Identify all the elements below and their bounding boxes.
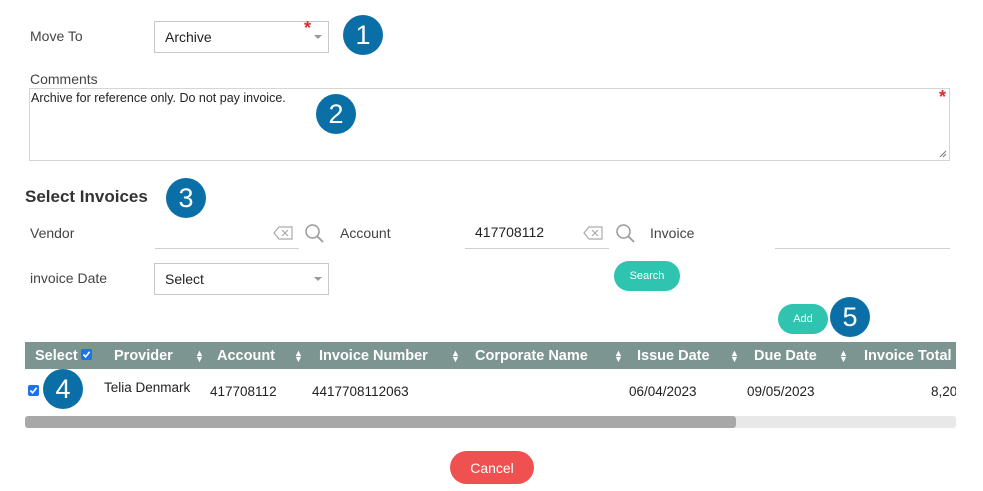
- vendor-label: Vendor: [30, 225, 75, 241]
- column-header-select[interactable]: Select: [35, 342, 78, 369]
- step-badge-2: 2: [316, 94, 356, 134]
- step-badge-4: 4: [43, 369, 83, 409]
- search-icon[interactable]: [615, 223, 636, 244]
- table-header: Select Provider ▲ ▼ Account ▲ ▼ Invoice Nu…: [25, 342, 956, 369]
- check-icon: [29, 387, 38, 394]
- row-checkbox[interactable]: [28, 385, 39, 396]
- invoice-date-value: Select: [165, 271, 204, 287]
- sort-icon[interactable]: ▲ ▼: [730, 349, 739, 364]
- invoice-label: Invoice: [650, 225, 695, 241]
- invoice-input[interactable]: [775, 219, 950, 249]
- comments-text: Archive for reference only. Do not pay i…: [31, 91, 286, 105]
- section-title: Select Invoices: [25, 187, 148, 206]
- column-header-invoice-total[interactable]: Invoice Total: [864, 342, 952, 369]
- step-badge-3: 3: [166, 178, 206, 218]
- move-to-label: Move To: [30, 28, 83, 44]
- check-icon: [82, 351, 91, 358]
- column-header-account[interactable]: Account: [217, 342, 275, 369]
- table-row[interactable]: Telia Denmark 417708112 4417708112063 06…: [25, 370, 956, 410]
- column-header-provider[interactable]: Provider: [114, 342, 173, 369]
- comments-textarea[interactable]: Archive for reference only. Do not pay i…: [29, 88, 950, 161]
- step-badge-1: 1: [343, 15, 383, 55]
- column-header-invoice-number[interactable]: Invoice Number: [319, 342, 428, 369]
- invoice-date-select[interactable]: Select: [154, 263, 329, 295]
- column-header-due-date[interactable]: Due Date: [754, 342, 817, 369]
- search-button[interactable]: Search: [614, 261, 680, 291]
- move-to-value: Archive: [165, 29, 212, 45]
- step-badge-5: 5: [830, 297, 870, 337]
- chevron-down-icon: [314, 35, 322, 39]
- sort-icon[interactable]: ▲ ▼: [195, 349, 204, 364]
- clear-icon[interactable]: [583, 226, 603, 240]
- sort-icon[interactable]: ▲ ▼: [839, 349, 848, 364]
- account-label: Account: [340, 225, 391, 241]
- cancel-button[interactable]: Cancel: [450, 451, 534, 484]
- clear-icon[interactable]: [273, 226, 293, 240]
- sort-icon[interactable]: ▲ ▼: [614, 349, 623, 364]
- sort-icon[interactable]: ▲ ▼: [294, 349, 303, 364]
- required-asterisk: *: [939, 87, 947, 107]
- comments-label: Comments: [30, 71, 98, 87]
- sort-icon[interactable]: ▲ ▼: [451, 349, 460, 364]
- cell-invoice-number: 4417708112063: [312, 384, 409, 399]
- column-header-corporate-name[interactable]: Corporate Name: [475, 342, 588, 369]
- select-all-checkbox[interactable]: [81, 349, 92, 360]
- move-to-select[interactable]: Archive: [154, 21, 329, 53]
- cell-issue-date: 06/04/2023: [629, 384, 697, 399]
- required-asterisk: *: [304, 18, 312, 38]
- resize-grip-icon[interactable]: [939, 150, 947, 158]
- cell-due-date: 09/05/2023: [747, 384, 815, 399]
- search-icon[interactable]: [304, 223, 325, 244]
- cell-invoice-total: 8,20: [931, 384, 956, 399]
- scrollbar-thumb[interactable]: [25, 416, 736, 428]
- invoice-date-label: invoice Date: [30, 270, 108, 286]
- cell-account: 417708112: [210, 384, 277, 399]
- chevron-down-icon: [314, 277, 322, 281]
- cell-provider: Telia Denmark: [104, 380, 191, 395]
- add-button[interactable]: Add: [778, 304, 828, 334]
- column-header-issue-date[interactable]: Issue Date: [637, 342, 710, 369]
